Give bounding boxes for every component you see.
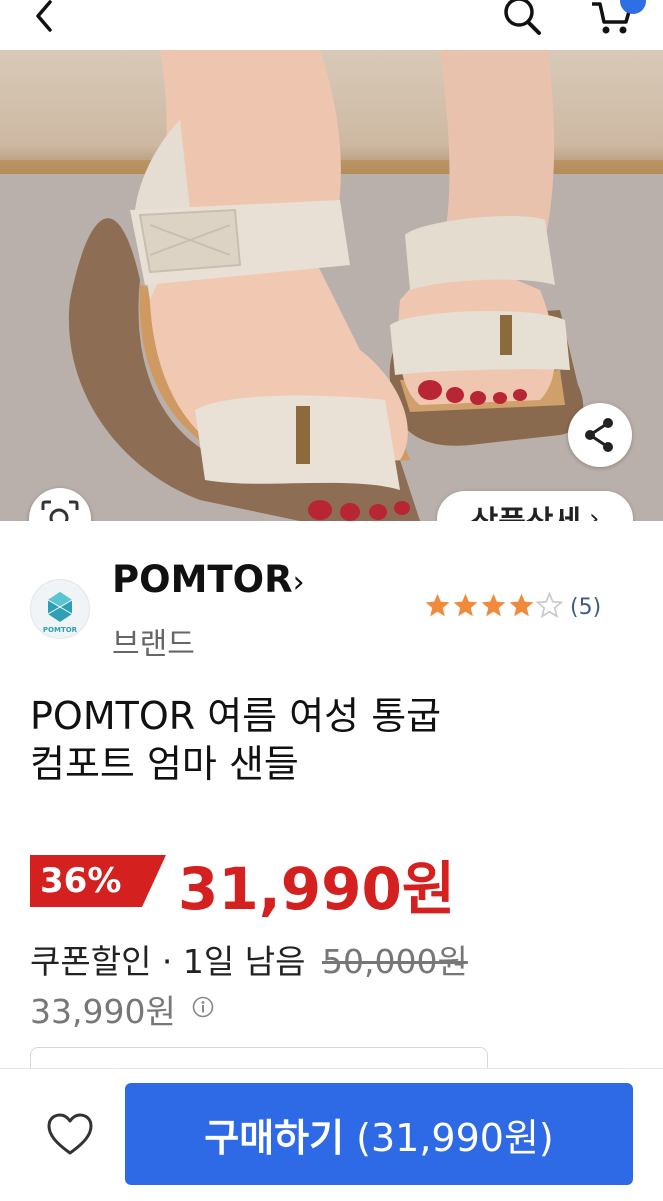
image-zoom-button[interactable] (29, 488, 91, 521)
buy-label: 구매하기 (204, 1115, 345, 1160)
star-filled-icon (453, 593, 478, 616)
coupon-info: 쿠폰할인 · 1일 남음 50,000원 (30, 935, 468, 983)
brand-sublabel: 브랜드 (112, 627, 195, 662)
chevron-right-icon: › (292, 565, 305, 600)
heart-icon[interactable] (46, 1113, 94, 1157)
product-title: POMTOR 여름 여성 통굽 컴포트 엄마 샌들 (30, 692, 630, 788)
discount-badge: 36% (30, 855, 166, 907)
top-bar (0, 0, 663, 50)
brand-logo-text: POMTOR (43, 626, 78, 634)
buy-button[interactable]: 구매하기 (31,990원) (125, 1083, 633, 1185)
share-icon (585, 418, 613, 452)
star-empty-icon (535, 590, 564, 618)
product-image[interactable]: 상품상세 › (0, 50, 663, 521)
sandal-photo (0, 50, 663, 521)
product-detail-label: 상품상세 (471, 497, 581, 521)
purchase-bar: 구매하기 (31,990원) (0, 1068, 663, 1201)
rating-stars[interactable]: (5) (424, 590, 601, 624)
sale-price: 31,990원 (178, 855, 456, 923)
original-price: 50,000원 (321, 942, 468, 981)
alt-price: 33,990원 (30, 985, 214, 1033)
product-detail-button[interactable]: 상품상세 › (437, 491, 633, 521)
search-icon[interactable] (497, 0, 547, 36)
alt-price-value: 33,990원 (30, 992, 176, 1031)
review-count[interactable]: (5) (570, 595, 601, 620)
zoom-icon (41, 500, 79, 521)
star-rating (424, 590, 564, 623)
star-filled-icon (425, 593, 450, 616)
brand-name: POMTOR (112, 558, 293, 601)
product-title-line: 컴포트 엄마 샌들 (30, 742, 299, 786)
buy-price: (31,990원) (356, 1115, 554, 1160)
coupon-label: 쿠폰할인 · 1일 남음 (30, 942, 306, 981)
star-filled-icon (481, 593, 506, 616)
discount-rate: 36% (40, 861, 122, 901)
product-title-line: POMTOR 여름 여성 통굽 (30, 694, 442, 738)
back-arrow-icon[interactable] (28, 0, 68, 34)
brand-logo[interactable]: POMTOR (30, 579, 90, 639)
brand-link[interactable]: POMTOR› (112, 558, 305, 601)
chevron-right-icon: › (589, 504, 600, 521)
share-button[interactable] (568, 403, 632, 467)
info-icon[interactable] (192, 987, 214, 1018)
star-filled-icon (509, 593, 534, 616)
